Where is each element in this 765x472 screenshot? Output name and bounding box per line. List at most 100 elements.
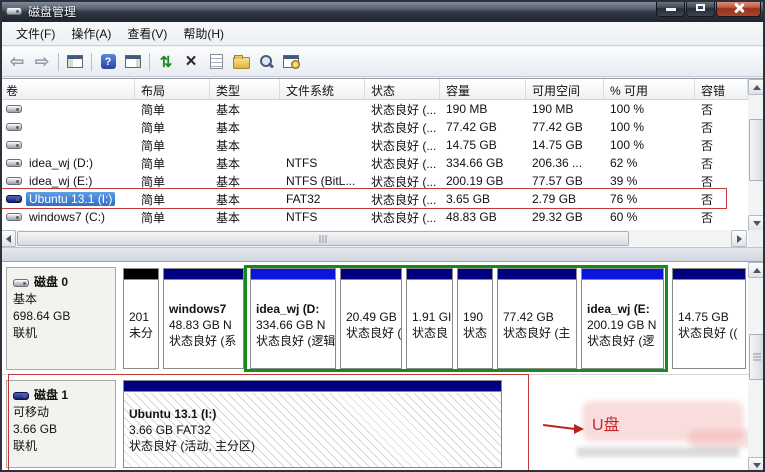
volume-icon (6, 213, 22, 221)
table-row[interactable]: idea_wj (E:) 简单 基本 NTFS (BitL... 状态良好 (... 20… (0, 172, 765, 190)
menu-item-3[interactable]: 帮助(H) (175, 23, 232, 44)
volume-icon (6, 177, 22, 185)
column-header[interactable]: 状态 (365, 79, 440, 99)
graphical-view-pane: 磁盘 0 基本 698.64 GB 联机 磁盘 1 可移动 3.66 GB 联机… (0, 261, 765, 472)
scroll-down-button[interactable] (748, 215, 765, 231)
minimize-button[interactable] (656, 0, 685, 17)
watermark-blur (577, 447, 739, 457)
table-cell: 基本 (216, 102, 241, 117)
toolbar-separator (58, 52, 59, 71)
table-row[interactable]: windows7 (C:) 简单 基本 NTFS 状态良好 (... 48.83 GB 29… (0, 208, 765, 226)
table-cell: 190 MB (446, 102, 488, 116)
scroll-thumb[interactable] (749, 119, 764, 181)
scroll-thumb[interactable] (17, 231, 629, 246)
column-header[interactable]: 类型 (210, 79, 280, 99)
menu-bar: 文件(F) 操作(A) 查看(V) 帮助(H) (0, 22, 765, 46)
scroll-right-button[interactable] (731, 230, 747, 247)
column-header[interactable]: 容错 (695, 79, 748, 99)
table-cell: 200.19 GB (446, 174, 504, 188)
table-cell: 基本 (216, 138, 241, 153)
table-cell: 14.75 GB (446, 138, 497, 152)
table-row[interactable]: 简单 基本 状态良好 (... 77.42 GB 77.42 GB 100 % 否 (0, 118, 765, 136)
table-cell: NTFS (286, 210, 318, 224)
table-cell: 100 % (610, 102, 645, 116)
forward-icon[interactable] (33, 53, 51, 71)
volume-table-header: 卷布局 类型 文件系统 状态 容量 可用空间% 可用 容错 (0, 79, 765, 100)
volume-list-pane: 卷布局 类型 文件系统 状态 容量 可用空间% 可用 容错 简单 基本 状态良好 (... 190… (0, 78, 765, 247)
table-cell: 基本 (216, 156, 241, 171)
table-cell: 状态良好 (... (371, 120, 437, 135)
table-row[interactable]: 简单 基本 状态良好 (... 190 MB 190 MB 100 % 否 (0, 100, 765, 118)
table-vertical-scrollbar[interactable] (748, 79, 765, 231)
table-cell: 简单 (141, 210, 166, 225)
table-cell: 190 MB (532, 102, 574, 116)
table-cell: NTFS (BitL... (286, 174, 356, 188)
table-row[interactable]: idea_wj (D:) 简单 基本 NTFS 状态良好 (... 334.66 GB 20… (0, 154, 765, 172)
title-bar[interactable]: 磁盘管理 (0, 0, 765, 22)
show-action-pane-icon[interactable] (125, 55, 141, 68)
menu-item-1[interactable]: 操作(A) (63, 23, 119, 44)
table-cell: 状态良好 (... (371, 210, 437, 225)
table-cell: 否 (701, 174, 714, 189)
volume-icon (6, 195, 22, 203)
show-console-tree-icon[interactable] (67, 55, 83, 68)
maximize-icon (696, 4, 705, 11)
column-header[interactable]: 容量 (440, 79, 526, 99)
column-header[interactable]: 布局 (135, 79, 210, 99)
graph-vertical-scrollbar[interactable] (748, 262, 765, 472)
table-cell: 62 % (610, 156, 638, 170)
partition-line: 3.66 GB FAT32 (129, 423, 211, 437)
table-cell (0, 123, 135, 131)
properties-icon[interactable] (209, 54, 223, 69)
table-cell: Ubuntu 13.1 (I:) (0, 192, 135, 206)
table-cell: 状态良好 (... (371, 192, 437, 207)
scroll-up-button[interactable] (748, 79, 765, 95)
pane-splitter[interactable] (0, 247, 765, 261)
table-cell: FAT32 (286, 192, 321, 206)
disk-management-window: 磁盘管理 文件(F)操作(A)查看(V)帮助(H) 卷布局类型文件系统状态容量可… (0, 0, 765, 472)
toolbar (0, 47, 765, 77)
volume-icon (6, 105, 22, 113)
column-header[interactable]: 卷 (0, 79, 135, 99)
open-folder-icon[interactable] (232, 55, 250, 69)
partition-block[interactable]: Ubuntu 13.1 (I:) 3.66 GB FAT32 状态良好 (活动, 主… (123, 380, 502, 468)
close-button[interactable] (716, 0, 761, 17)
column-header[interactable]: 文件系统 (280, 79, 365, 99)
menu-item-0[interactable]: 文件(F) (8, 23, 63, 44)
column-header[interactable]: % 可用 (604, 79, 695, 99)
toolbar-separator (91, 52, 92, 71)
table-cell: 简单 (141, 138, 166, 153)
scrollbar-corner (748, 230, 765, 247)
table-cell: 基本 (216, 192, 241, 207)
scroll-thumb[interactable] (749, 334, 764, 380)
table-cell: 简单 (141, 156, 166, 171)
table-cell (0, 105, 135, 113)
maximize-button[interactable] (686, 0, 715, 17)
volume-icon (6, 141, 22, 149)
refresh-icon[interactable] (157, 53, 175, 71)
delete-icon[interactable] (182, 53, 200, 71)
find-icon[interactable] (257, 53, 275, 71)
volume-name: windows7 (C:) (29, 210, 106, 224)
table-row[interactable]: 简单 基本 状态良好 (... 14.75 GB 14.75 GB 100 % 否 (0, 136, 765, 154)
scroll-down-button[interactable] (748, 457, 765, 472)
help-icon[interactable] (100, 54, 116, 69)
table-cell: idea_wj (D:) (0, 156, 135, 170)
partition-color-bar (124, 381, 501, 392)
table-cell: 否 (701, 138, 714, 153)
table-cell: 76 % (610, 192, 638, 206)
table-row[interactable]: Ubuntu 13.1 (I:) 简单 基本 FAT32 状态良好 (... 3.65 G… (0, 190, 765, 208)
table-cell: 2.79 GB (532, 192, 577, 206)
volume-icon (6, 123, 22, 131)
scroll-up-button[interactable] (748, 262, 765, 278)
table-cell: 206.36 ... (532, 156, 583, 170)
table-cell (0, 141, 135, 149)
scroll-left-button[interactable] (0, 230, 16, 247)
table-cell: windows7 (C:) (0, 210, 135, 224)
settings-icon[interactable] (283, 55, 300, 69)
column-header[interactable]: 可用空间 (526, 79, 604, 99)
table-horizontal-scrollbar[interactable] (0, 230, 747, 247)
menu-item-2[interactable]: 查看(V) (119, 23, 175, 44)
table-cell: 60 % (610, 210, 638, 224)
back-icon[interactable] (8, 53, 26, 71)
